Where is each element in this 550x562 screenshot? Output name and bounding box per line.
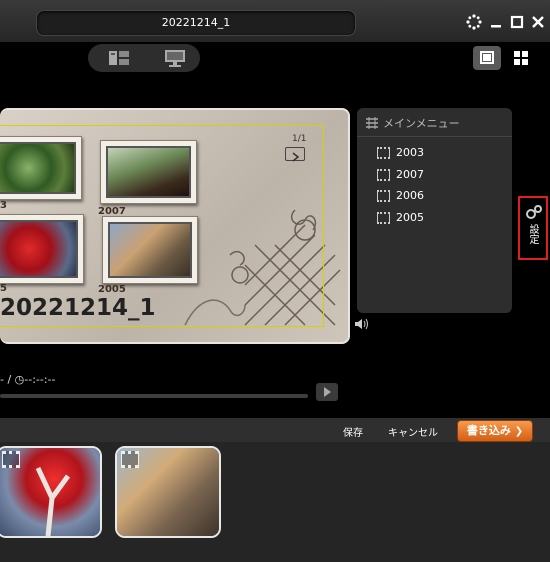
- close-icon[interactable]: [530, 14, 546, 30]
- menu-panel: メインメニュー 2003 2007 2006 2005: [357, 108, 512, 313]
- grid-view-icon[interactable]: [507, 46, 535, 70]
- settings-label: 設定: [527, 224, 538, 244]
- thumbnail-1[interactable]: [0, 136, 82, 200]
- thumbnail-3[interactable]: [0, 214, 84, 284]
- film-icon: [377, 212, 390, 224]
- film-icon: [121, 451, 139, 468]
- cancel-button[interactable]: キャンセル: [388, 424, 438, 439]
- thumbnail-label-3: 5: [0, 283, 7, 294]
- play-button[interactable]: [316, 383, 338, 401]
- play-icon: [324, 387, 331, 397]
- clip-thumbnail-2[interactable]: [115, 446, 221, 538]
- menu-item-2005[interactable]: 2005: [377, 208, 497, 228]
- clip-thumbnail-1[interactable]: [0, 446, 102, 538]
- menu-item-2006[interactable]: 2006: [377, 186, 497, 206]
- speaker-icon[interactable]: [353, 316, 371, 330]
- project-title[interactable]: 20221214_1: [36, 10, 356, 36]
- thumbnail-2[interactable]: [100, 140, 197, 204]
- menu-item-label: 2003: [396, 146, 424, 159]
- film-icon: [2, 451, 20, 468]
- gear-icon: [525, 204, 543, 220]
- thumbnail-label-1: 3: [0, 200, 7, 211]
- menu-item-label: 2005: [396, 211, 424, 224]
- single-view-icon[interactable]: [473, 46, 501, 70]
- menu-item-label: 2007: [396, 168, 424, 181]
- maximize-icon[interactable]: [509, 14, 525, 30]
- film-icon: [377, 169, 390, 181]
- page-indicator: 1/1: [292, 134, 307, 144]
- menu-panel-header: メインメニュー: [357, 108, 512, 137]
- menu-item-2003[interactable]: 2003: [377, 143, 497, 163]
- settings-tab[interactable]: 設定: [518, 196, 548, 260]
- time-display: - / ◷--:--:--: [0, 373, 56, 386]
- chevron-right-icon: ❯: [514, 426, 524, 437]
- disc-title: 20221214_1: [0, 295, 156, 321]
- write-button-label: 書き込み: [466, 424, 511, 437]
- next-page-button[interactable]: [285, 147, 305, 162]
- menu-icon: [365, 115, 379, 129]
- menu-panel-title: メインメニュー: [383, 117, 460, 130]
- seek-bar[interactable]: [0, 394, 308, 398]
- monitor-icon[interactable]: [162, 48, 188, 68]
- thumbnail-label-4: 2005: [98, 284, 126, 295]
- menu-preview: 3 2007 5 2005 1/1 20221214_1: [0, 108, 350, 344]
- toolbar: [0, 42, 550, 78]
- tree-trunk: [35, 466, 71, 536]
- save-button[interactable]: 保存: [343, 424, 363, 439]
- menu-item-2007[interactable]: 2007: [377, 165, 497, 185]
- menu-item-label: 2006: [396, 189, 424, 202]
- minimize-icon[interactable]: [488, 14, 504, 30]
- write-button[interactable]: 書き込み ❯: [457, 420, 533, 442]
- settings-icon[interactable]: [466, 14, 482, 30]
- disc-menu-icon[interactable]: [107, 48, 131, 68]
- film-icon: [377, 190, 390, 202]
- thumbnail-4[interactable]: [102, 216, 198, 284]
- film-icon: [377, 147, 390, 159]
